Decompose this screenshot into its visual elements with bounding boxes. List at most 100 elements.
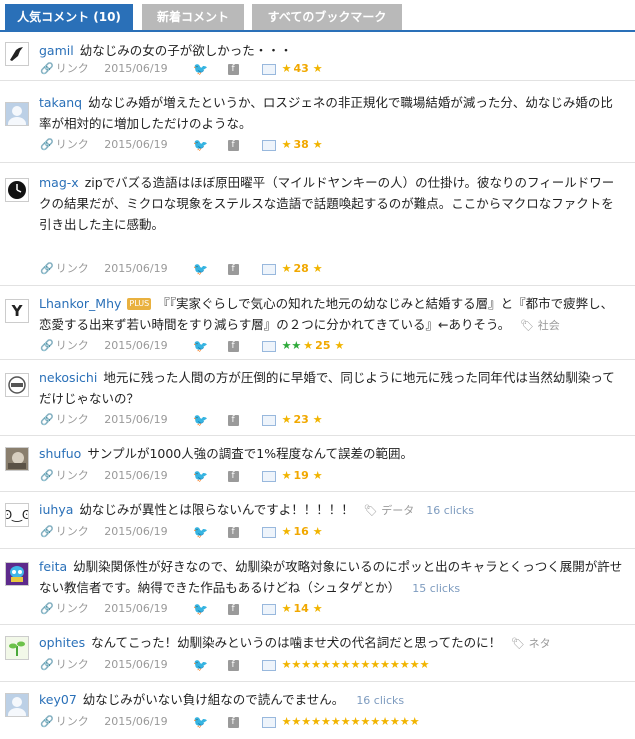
bird-icon[interactable]	[5, 42, 29, 66]
twitter-icon[interactable]: 🐦	[193, 656, 208, 674]
link-icon: 🔗	[40, 262, 54, 275]
star-icon: ★	[334, 339, 345, 352]
add-star-icon[interactable]	[262, 414, 277, 426]
link-label[interactable]: リンク	[56, 523, 89, 541]
username-link[interactable]: feita	[39, 559, 67, 574]
star-count[interactable]: 14	[293, 600, 308, 618]
facebook-icon[interactable]: f	[227, 603, 239, 615]
comment-date[interactable]: 2015/06/19	[104, 600, 167, 618]
twitter-icon[interactable]: 🐦	[193, 411, 208, 429]
star-count[interactable]: 19	[293, 467, 308, 485]
plant-icon[interactable]	[5, 636, 29, 660]
tab-popular-comments[interactable]: 人気コメント (10)	[5, 4, 133, 30]
facebook-icon[interactable]: f	[227, 63, 239, 75]
facebook-icon[interactable]: f	[227, 716, 239, 728]
star-row-icon[interactable]: ★★★★★★★★★★★★★★	[282, 713, 420, 731]
squid-icon[interactable]	[5, 562, 29, 586]
star-count[interactable]: 23	[293, 411, 308, 429]
facebook-icon[interactable]: f	[227, 340, 239, 352]
comment-date[interactable]: 2015/06/19	[104, 713, 167, 731]
comment-date[interactable]: 2015/06/19	[104, 60, 167, 78]
comment-date[interactable]: 2015/06/19	[104, 411, 167, 429]
username-link[interactable]: nekosichi	[39, 370, 97, 385]
tag-label[interactable]: 🏷 データ	[364, 504, 414, 517]
comment-date[interactable]: 2015/06/19	[104, 136, 167, 154]
star-icon: ★	[281, 62, 292, 75]
username-link[interactable]: takanq	[39, 95, 82, 110]
twitter-icon[interactable]: 🐦	[193, 713, 208, 731]
star-row-icon[interactable]: ★★★★★★★★★★★★★★★	[282, 656, 430, 674]
username-link[interactable]: key07	[39, 692, 77, 707]
twitter-icon[interactable]: 🐦	[193, 523, 208, 541]
facebook-icon[interactable]: f	[227, 470, 239, 482]
twitter-icon[interactable]: 🐦	[193, 337, 208, 355]
username-link[interactable]: mag-x	[39, 175, 79, 190]
facebook-icon[interactable]: f	[227, 659, 239, 671]
add-star-icon[interactable]	[262, 659, 277, 671]
person-silhouette-icon[interactable]	[5, 102, 29, 126]
twitter-icon[interactable]: 🐦	[193, 467, 208, 485]
link-label[interactable]: リンク	[56, 60, 89, 78]
twitter-icon[interactable]: 🐦	[193, 260, 208, 278]
facebook-icon[interactable]: f	[227, 139, 239, 151]
facebook-icon[interactable]: f	[227, 263, 239, 275]
tab-all-bookmarks[interactable]: すべてのブックマーク	[252, 4, 402, 30]
username-link[interactable]: Lhankor_Mhy	[39, 296, 121, 311]
comment-row: takanq 幼なじみ婚が増えたというか、ロスジェネの非正規化で職場結婚が減った分…	[0, 80, 635, 163]
photo-icon[interactable]	[5, 447, 29, 471]
link-label[interactable]: リンク	[56, 337, 89, 355]
clock-icon[interactable]	[5, 178, 29, 202]
star-count[interactable]: 43	[293, 60, 308, 78]
star-count[interactable]: 25	[315, 337, 330, 355]
comment-date[interactable]: 2015/06/19	[104, 467, 167, 485]
click-count: 15 clicks	[412, 582, 461, 595]
badge-icon[interactable]	[5, 373, 29, 397]
click-count: 16 clicks	[356, 694, 405, 707]
comment-meta: 🔗 リンク 2015/06/19 🐦 f ★ 38 ★	[40, 136, 323, 154]
y-logo-icon[interactable]: Y	[5, 299, 29, 323]
tag-label[interactable]: 🏷 社会	[520, 319, 559, 332]
tab-new-comments[interactable]: 新着コメント	[142, 4, 244, 30]
star-count[interactable]: 28	[293, 260, 308, 278]
username-link[interactable]: iuhya	[39, 502, 73, 517]
link-icon: 🔗	[40, 469, 54, 482]
link-icon: 🔗	[40, 525, 54, 538]
comment-text: 幼なじみの女の子が欲しかった・・・	[79, 43, 293, 58]
add-star-icon[interactable]	[262, 470, 277, 482]
link-label[interactable]: リンク	[56, 260, 89, 278]
face-icon[interactable]: ʘ‿ʘ	[5, 503, 29, 527]
star-count[interactable]: 16	[293, 523, 308, 541]
twitter-icon[interactable]: 🐦	[193, 136, 208, 154]
username-link[interactable]: gamil	[39, 43, 74, 58]
comment-text: なんてこった！幼馴染みというのは噛ませ犬の代名詞だと思ってたのに！	[91, 635, 502, 650]
link-label[interactable]: リンク	[56, 136, 89, 154]
link-label[interactable]: リンク	[56, 467, 89, 485]
link-label[interactable]: リンク	[56, 600, 89, 618]
link-label[interactable]: リンク	[56, 656, 89, 674]
add-star-icon[interactable]	[262, 63, 277, 75]
username-link[interactable]: ophites	[39, 635, 85, 650]
comment-meta: 🔗 リンク 2015/06/19 🐦 f ★ 43 ★	[40, 60, 323, 78]
add-star-icon[interactable]	[262, 603, 277, 615]
comment-date[interactable]: 2015/06/19	[104, 656, 167, 674]
twitter-icon[interactable]: 🐦	[193, 60, 208, 78]
comment-date[interactable]: 2015/06/19	[104, 337, 167, 355]
facebook-icon[interactable]: f	[227, 414, 239, 426]
link-icon: 🔗	[40, 138, 54, 151]
add-star-icon[interactable]	[262, 526, 277, 538]
tag-label[interactable]: 🏷 ネタ	[511, 637, 550, 650]
facebook-icon[interactable]: f	[227, 526, 239, 538]
comment-date[interactable]: 2015/06/19	[104, 523, 167, 541]
person-silhouette-icon[interactable]	[5, 693, 29, 717]
link-label[interactable]: リンク	[56, 713, 89, 731]
star-icon: ★	[312, 602, 323, 615]
link-label[interactable]: リンク	[56, 411, 89, 429]
username-link[interactable]: shufuo	[39, 446, 81, 461]
comment-date[interactable]: 2015/06/19	[104, 260, 167, 278]
twitter-icon[interactable]: 🐦	[193, 600, 208, 618]
star-count[interactable]: 38	[293, 136, 308, 154]
add-star-icon[interactable]	[262, 716, 277, 728]
add-star-icon[interactable]	[262, 139, 277, 151]
add-star-icon[interactable]	[262, 340, 277, 352]
add-star-icon[interactable]	[262, 263, 277, 275]
